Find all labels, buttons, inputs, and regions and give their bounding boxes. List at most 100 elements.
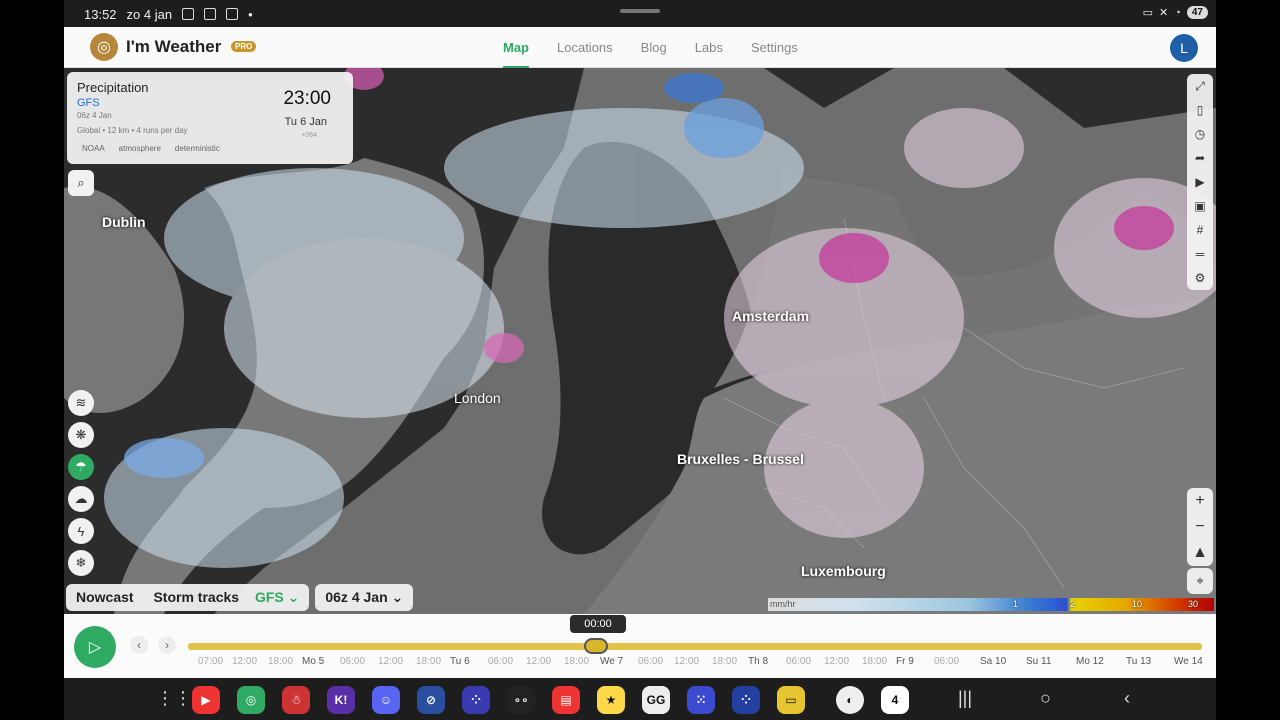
north-arrow-icon[interactable]: ▲ — [1192, 540, 1208, 566]
star-app-icon[interactable]: ★ — [597, 686, 625, 714]
tab-map[interactable]: Map — [489, 27, 543, 68]
run-dropdown[interactable]: 06z 4 Jan ⌄ — [315, 584, 414, 611]
valid-time: 23:00 — [283, 88, 331, 109]
tick-day: Th 8 — [748, 656, 769, 667]
drag-handle[interactable] — [620, 9, 660, 13]
line-icon[interactable]: ═ — [1196, 242, 1205, 266]
right-toolbar: ⤢ ▯ ◷ ➦ ▶ ▣ # ═ ⚙ — [1187, 74, 1213, 290]
galaxy-apps-icon[interactable]: ⁘ — [732, 686, 760, 714]
tick-label: 06:00 — [638, 656, 664, 667]
fullscreen-icon[interactable]: ⤢ — [1195, 74, 1205, 98]
avatar[interactable]: L — [1170, 34, 1198, 62]
app-header: ◎ I'm Weather PRO Map Locations Blog Lab… — [64, 27, 1216, 68]
crosshair-icon: ⌖ — [1196, 573, 1204, 588]
play-button[interactable]: ▷ — [74, 626, 116, 668]
tab-settings[interactable]: Settings — [737, 27, 812, 68]
dots-app-icon[interactable]: ∘∘ — [507, 686, 535, 714]
info-icon[interactable]: ▯ — [1197, 98, 1204, 122]
youtube-app-icon[interactable]: ▶ — [192, 686, 220, 714]
timeline-track[interactable] — [188, 643, 1202, 650]
storm-icon: ϟ — [77, 523, 85, 539]
share-icon[interactable]: ➦ — [1195, 146, 1205, 170]
battery-indicator: 47 — [1186, 6, 1208, 19]
current-time-bubble: 00:00 — [570, 615, 626, 633]
tick-label: 18:00 — [862, 656, 888, 667]
tab-blog[interactable]: Blog — [627, 27, 681, 68]
app-logo-icon[interactable]: ◎ — [90, 33, 118, 61]
files-app-icon[interactable]: ▭ — [777, 686, 805, 714]
tick-day: Mo 5 — [302, 656, 325, 667]
layers-button[interactable]: ≋ — [68, 390, 94, 416]
image-icon[interactable]: ▣ — [1194, 194, 1205, 218]
recents-button[interactable]: ||| — [958, 688, 972, 709]
status-bar: 13:52 zo 4 jan • ▭ ✕ ◔ 47 — [64, 0, 1216, 28]
model-dropdown[interactable]: GFS ⌄ — [255, 589, 299, 605]
status-date: zo 4 jan — [126, 6, 173, 22]
tick-label: 12:00 — [824, 656, 850, 667]
discord-app-icon[interactable]: ☺ — [372, 686, 400, 714]
santa-app-icon[interactable]: ☃ — [282, 686, 310, 714]
tick-label: 06:00 — [786, 656, 812, 667]
tick-day: We 7 — [600, 656, 624, 667]
layer-info-panel[interactable]: Precipitation GFS 06z 4 Jan Global • 12 … — [67, 72, 353, 164]
precipitation-button[interactable]: ☂ — [68, 454, 94, 480]
wind-icon: ❋ — [75, 427, 87, 442]
storm-tracks-button[interactable]: Storm tracks — [153, 589, 239, 605]
back-button[interactable]: ‹ — [1124, 688, 1130, 709]
step-controls: ‹ › — [130, 636, 176, 654]
clouds-button[interactable]: ☁ — [68, 486, 94, 512]
home-button[interactable]: ○ — [1040, 688, 1051, 709]
tick-label: 06:00 — [488, 656, 514, 667]
mode-pill: Nowcast Storm tracks GFS ⌄ — [66, 584, 310, 611]
search-button[interactable]: ⌕ — [68, 170, 94, 196]
snowflake-icon: ❄ — [75, 555, 87, 570]
locate-button[interactable]: ⌖ — [1187, 568, 1213, 594]
weather-map[interactable]: Dublin London Amsterdam Bruxelles - Brus… — [64, 68, 1216, 614]
tag-list: NOAA atmosphere deterministic — [77, 142, 225, 155]
notes-app-icon[interactable]: ▤ — [552, 686, 580, 714]
weather-app-icon[interactable]: ◎ — [237, 686, 265, 714]
tick-label: 18:00 — [416, 656, 442, 667]
storm-button[interactable]: ϟ — [68, 518, 94, 544]
tick-label: 18:00 — [268, 656, 294, 667]
step-back-button[interactable]: ‹ — [130, 636, 148, 654]
samsung-apps-icon[interactable]: ⁙ — [687, 686, 715, 714]
settings-gear-icon[interactable]: ⚙ — [1195, 266, 1206, 290]
calendar-app-icon[interactable]: 4 — [881, 686, 909, 714]
snow-button[interactable]: ❄ — [68, 550, 94, 576]
timer-icon[interactable]: ◷ — [1195, 122, 1205, 146]
map-label-dublin: Dublin — [102, 214, 146, 230]
zoom-in-button[interactable]: + — [1195, 488, 1204, 514]
compass-app-icon[interactable]: ⊘ — [417, 686, 445, 714]
app-brand: I'm Weather — [126, 37, 222, 56]
tab-locations[interactable]: Locations — [543, 27, 627, 68]
tab-labs[interactable]: Labs — [681, 27, 737, 68]
kahoot-app-icon[interactable]: K! — [327, 686, 355, 714]
game-app-icon[interactable]: GG — [642, 686, 670, 714]
wind-button[interactable]: ❋ — [68, 422, 94, 448]
tag: NOAA — [77, 142, 110, 155]
tick-day: Tu 13 — [1126, 656, 1152, 667]
video-icon[interactable]: ▶ — [1195, 170, 1204, 194]
tick-label: 06:00 — [340, 656, 366, 667]
grid-app-icon[interactable]: ⁘ — [462, 686, 490, 714]
map-label-bruxelles: Bruxelles - Brussel — [677, 451, 804, 467]
tick-day: Sa 10 — [980, 656, 1007, 667]
zoom-out-button[interactable]: − — [1195, 514, 1204, 540]
tick-label: 12:00 — [378, 656, 404, 667]
step-forward-button[interactable]: › — [158, 636, 176, 654]
notification-icon — [182, 8, 195, 20]
timeline: ▷ ‹ › 00:00 07:00 12:00 18:00 Mo 5 06:00… — [64, 614, 1216, 678]
zoom-controls: + − ▲ — [1187, 488, 1213, 566]
recent-app-icon[interactable]: ◐ — [836, 686, 864, 714]
forecast-offset: +064 — [301, 132, 317, 139]
precipitation-legend: mm/hr 1 2 10 30 — [768, 598, 1214, 611]
tick-day: Mo 12 — [1076, 656, 1104, 667]
android-taskbar: ⋮⋮ ▶ ◎ ☃ K! ☺ ⊘ ⁘ ∘∘ ▤ ★ GG ⁙ ⁘ ▭ ◐ 4 ||… — [64, 678, 1216, 720]
tick-label: 12:00 — [674, 656, 700, 667]
nowcast-button[interactable]: Nowcast — [76, 589, 134, 605]
app-drawer-icon[interactable]: ⋮⋮ — [156, 688, 192, 709]
layers-icon: ≋ — [75, 395, 87, 410]
values-icon[interactable]: # — [1197, 218, 1204, 242]
timeline-handle[interactable] — [584, 638, 608, 654]
